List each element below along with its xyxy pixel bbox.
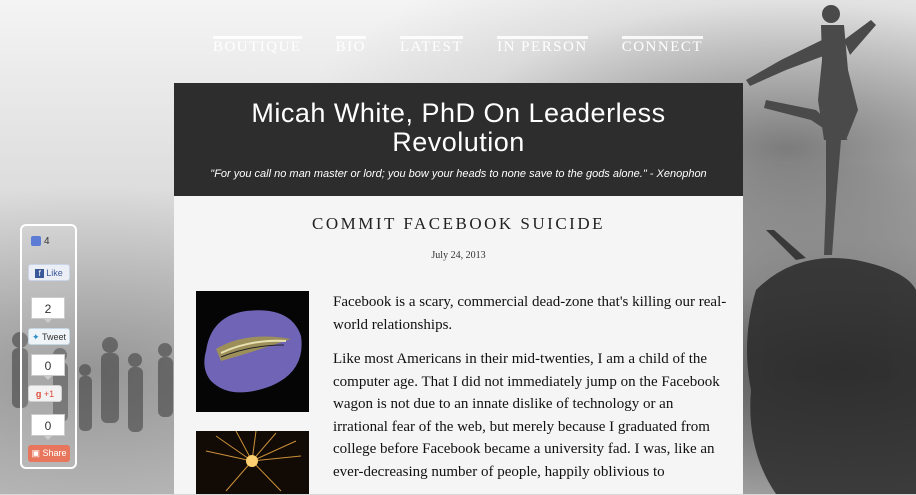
bull-statue-image	[747, 230, 916, 494]
post-paragraph: Facebook is a scary, commercial dead-zon…	[333, 294, 727, 333]
nav-in-person[interactable]: IN PERSON	[497, 36, 588, 56]
google-plus-count: 0	[31, 354, 65, 380]
nav-bio[interactable]: BIO	[335, 36, 366, 56]
main-nav: BOUTIQUE BIO LATEST IN PERSON CONNECT	[0, 36, 916, 56]
share-button[interactable]: ▣ Share	[28, 445, 70, 462]
site-header: Micah White, PhD On Leaderless Revolutio…	[174, 83, 743, 196]
nav-boutique[interactable]: BOUTIQUE	[212, 36, 302, 56]
facebook-like-count: 4	[31, 232, 71, 252]
nav-connect[interactable]: CONNECT	[621, 36, 704, 56]
post-body: Facebook is a scary, commercial dead-zon…	[333, 291, 728, 495]
share-count: 0	[31, 414, 65, 440]
nav-latest[interactable]: LATEST	[399, 36, 464, 56]
post-image-creature	[196, 291, 309, 412]
social-share-bar: 4 f Like 2 ✦ Tweet 0 g +1 0 ▣ Share	[20, 224, 77, 469]
google-g-icon: g	[35, 389, 42, 399]
post-paragraph: Like most Americans in their mid-twentie…	[333, 351, 720, 480]
post-image-sparks	[196, 431, 309, 494]
post-title[interactable]: COMMIT FACEBOOK SUICIDE	[174, 214, 743, 234]
facebook-icon: f	[35, 269, 45, 279]
facebook-like-button[interactable]: f Like	[28, 264, 70, 281]
twitter-count: 2	[31, 297, 65, 323]
share-icon: ▣	[31, 448, 40, 458]
post-content: COMMIT FACEBOOK SUICIDE July 24, 2013 Fa…	[174, 196, 743, 494]
post-date: July 24, 2013	[431, 250, 486, 261]
thumbs-up-icon	[31, 236, 41, 247]
facebook-count: 4	[44, 236, 50, 247]
google-plus-button[interactable]: g +1	[28, 385, 62, 402]
twitter-bird-icon: ✦	[32, 332, 40, 342]
site-tagline-quote: "For you call no man master or lord; you…	[210, 168, 707, 180]
site-title[interactable]: Micah White, PhD On Leaderless Revolutio…	[194, 99, 723, 157]
tweet-button[interactable]: ✦ Tweet	[28, 328, 70, 345]
